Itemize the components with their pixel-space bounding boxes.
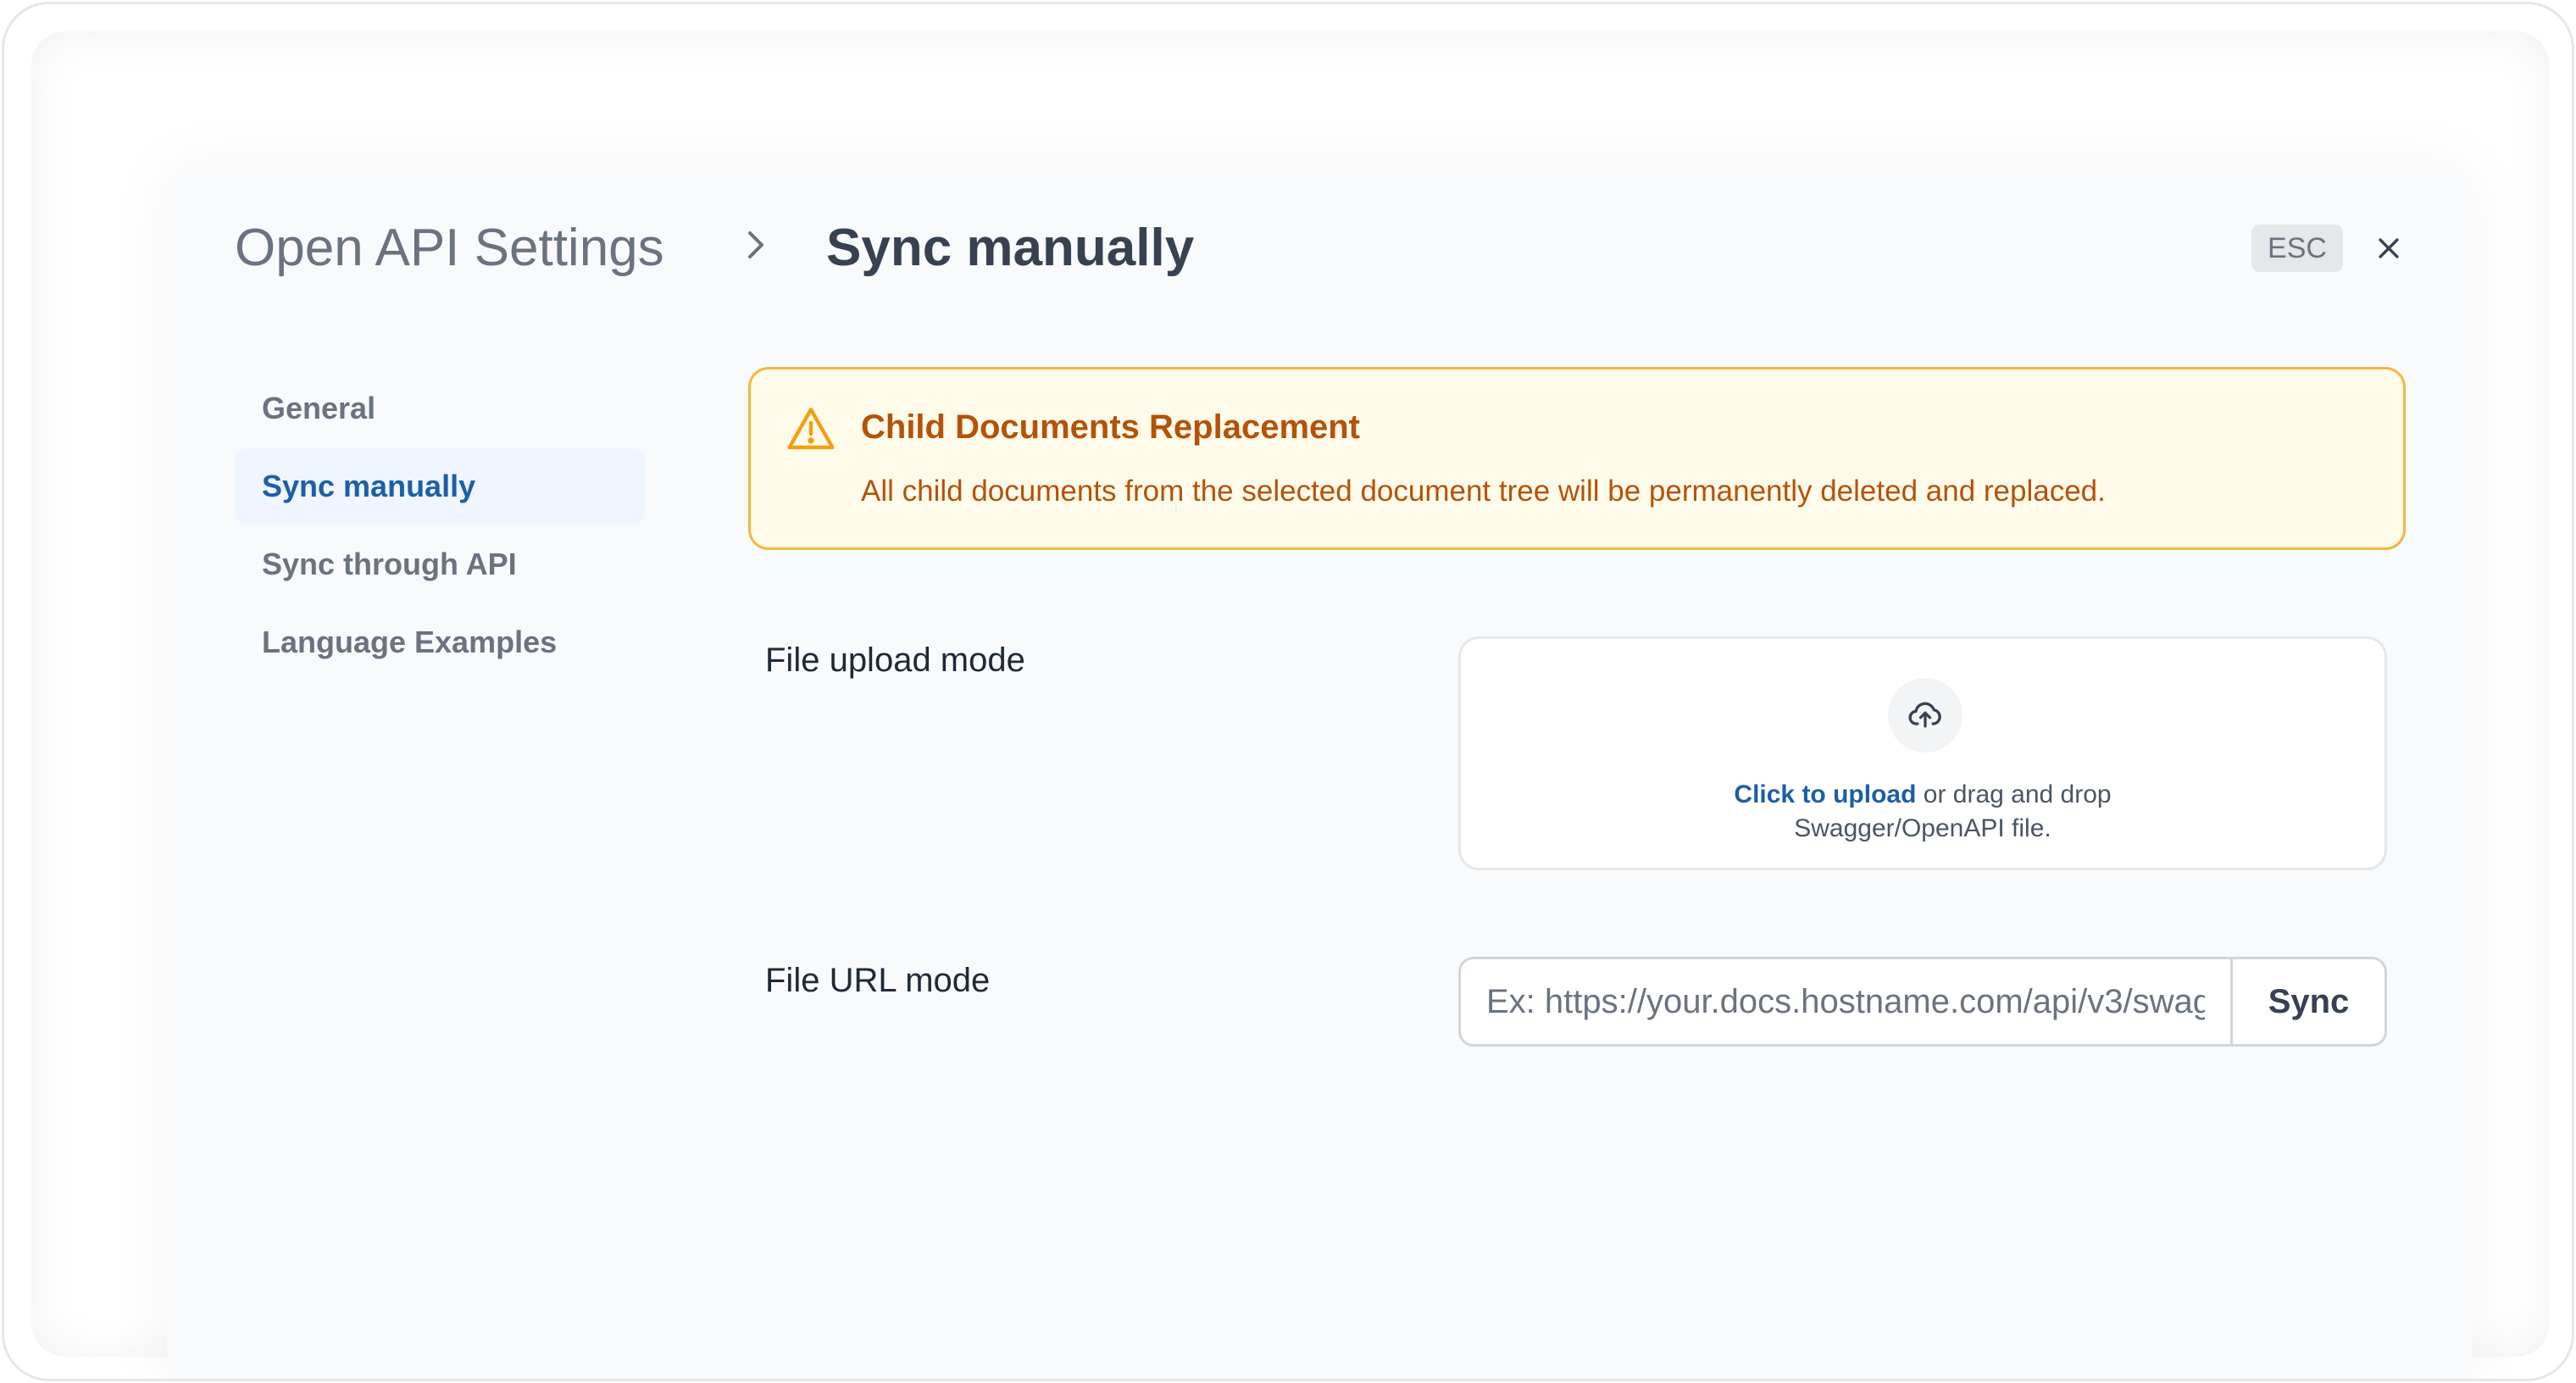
upload-icon-container	[1888, 678, 1963, 753]
alert-message: All child documents from the selected do…	[861, 475, 2106, 508]
file-url-input-group: Sync	[1458, 957, 2387, 1047]
settings-sidebar: General Sync manually Sync through API L…	[235, 370, 645, 682]
file-url-input[interactable]	[1461, 959, 2230, 1044]
file-upload-dropzone[interactable]: Click to upload or drag and drop Swagger…	[1458, 636, 2387, 870]
page-title: Sync manually	[826, 219, 1195, 277]
sidebar-item-general[interactable]: General	[235, 370, 645, 447]
modal-header: Open API Settings Sync manually ESC	[167, 167, 2472, 319]
cloud-upload-icon	[1908, 702, 1941, 728]
warning-triangle-icon	[787, 408, 835, 450]
close-button[interactable]	[2367, 226, 2411, 270]
upload-instructions: Click to upload or drag and drop Swagger…	[1461, 778, 2384, 846]
alert-title: Child Documents Replacement	[861, 408, 1361, 446]
sync-button[interactable]: Sync	[2230, 959, 2384, 1044]
sidebar-item-language-examples[interactable]: Language Examples	[235, 604, 645, 680]
upload-hint-filetype: Swagger/OpenAPI file.	[1794, 814, 2051, 842]
window-frame: Open API Settings Sync manually ESC Gene…	[2, 2, 2574, 1381]
settings-modal: Open API Settings Sync manually ESC Gene…	[167, 167, 2472, 1379]
window-body: Open API Settings Sync manually ESC Gene…	[31, 31, 2550, 1379]
file-upload-mode-label: File upload mode	[765, 642, 1025, 679]
breadcrumb-parent[interactable]: Open API Settings	[235, 218, 664, 278]
sidebar-item-sync-through-api[interactable]: Sync through API	[235, 526, 645, 603]
close-icon	[2379, 238, 2399, 258]
warning-alert: Child Documents Replacement All child do…	[748, 367, 2406, 550]
upload-hint-text: or drag and drop	[1916, 780, 2112, 808]
click-to-upload-link[interactable]: Click to upload	[1734, 780, 1916, 808]
chevron-right-icon	[748, 231, 763, 258]
sidebar-item-sync-manually[interactable]: Sync manually	[235, 448, 645, 525]
esc-shortcut-badge: ESC	[2251, 225, 2343, 272]
file-url-mode-label: File URL mode	[765, 962, 991, 999]
